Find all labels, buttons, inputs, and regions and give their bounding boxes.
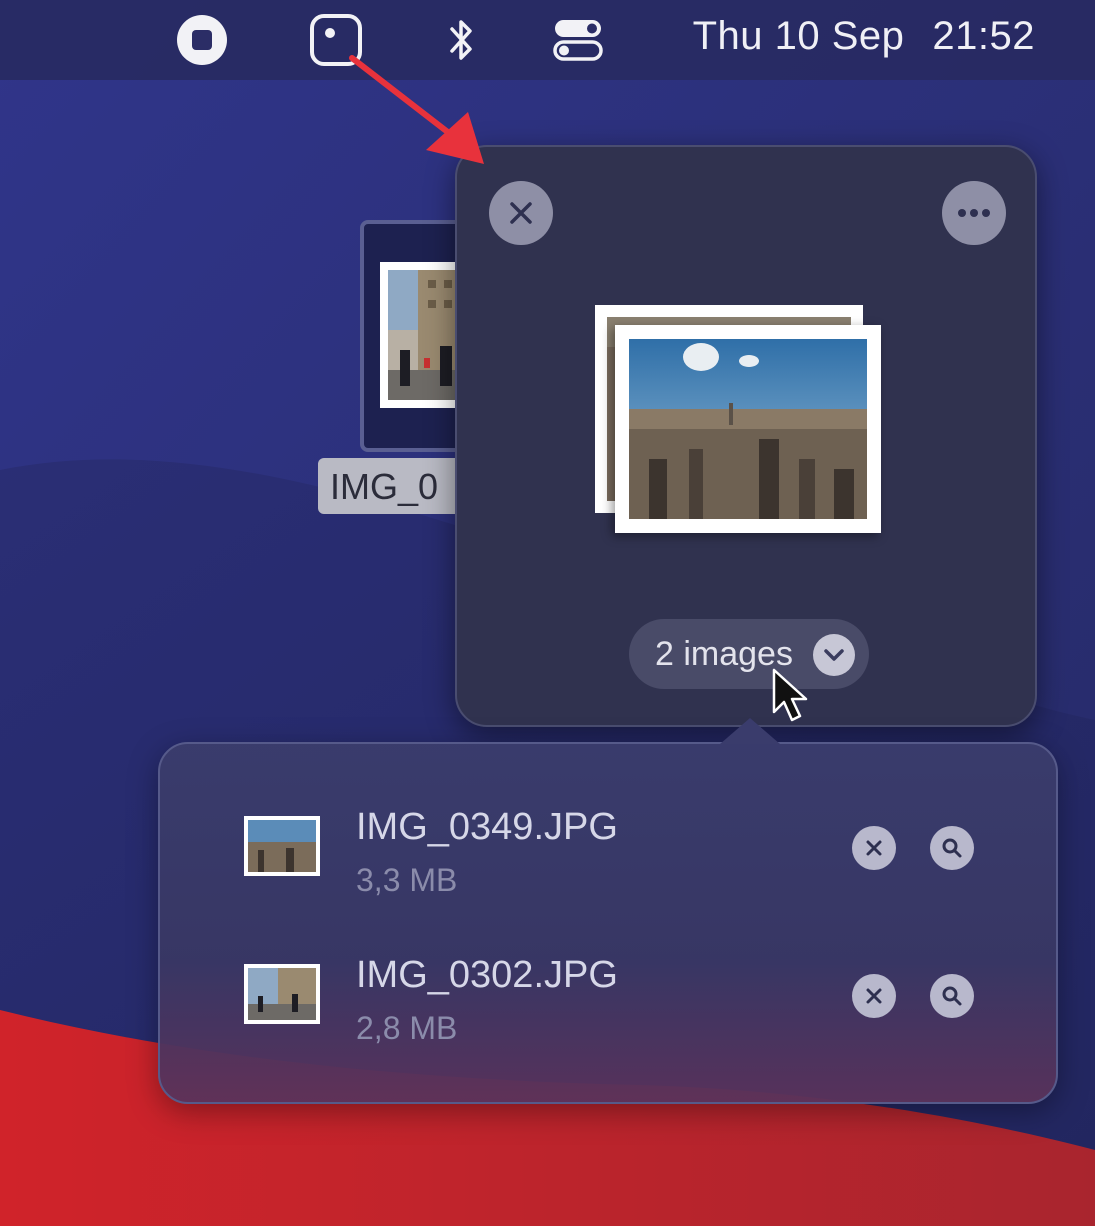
menu-bar: Thu 10 Sep 21:52 <box>0 0 1095 80</box>
images-count-pill[interactable]: 2 images <box>629 619 869 689</box>
file-list-panel: IMG_0349.JPG 3,3 MB IMG_0302.JPG 2,8 MB <box>158 718 1060 1104</box>
panel-notch <box>720 718 780 744</box>
magnifier-icon[interactable] <box>930 826 974 870</box>
file-thumbnail <box>244 964 320 1024</box>
list-item[interactable]: IMG_0349.JPG 3,3 MB <box>160 806 1060 926</box>
more-icon[interactable] <box>942 181 1006 245</box>
dropzone-app-icon[interactable] <box>308 12 364 68</box>
list-item[interactable]: IMG_0302.JPG 2,8 MB <box>160 954 1060 1074</box>
magnifier-icon[interactable] <box>930 974 974 1018</box>
clock-time: 21:52 <box>932 14 1035 58</box>
menu-bar-clock[interactable]: Thu 10 Sep 21:52 <box>693 14 1035 59</box>
control-center-icon[interactable] <box>550 12 606 68</box>
dropzone-popover: 2 images <box>455 145 1037 727</box>
desktop-file-thumbnail <box>380 262 466 408</box>
file-name: IMG_0349.JPG <box>356 806 618 848</box>
desktop-file-label[interactable]: IMG_0 <box>318 458 478 514</box>
stacked-photo-preview[interactable] <box>615 325 881 533</box>
clock-date: Thu 10 Sep <box>692 14 905 58</box>
close-icon[interactable] <box>852 826 896 870</box>
stop-icon[interactable] <box>174 12 230 68</box>
close-icon[interactable] <box>489 181 553 245</box>
chevron-down-icon[interactable] <box>813 634 855 676</box>
file-thumbnail <box>244 816 320 876</box>
file-size: 2,8 MB <box>356 1010 458 1046</box>
file-size: 3,3 MB <box>356 862 458 898</box>
file-name: IMG_0302.JPG <box>356 954 618 996</box>
close-icon[interactable] <box>852 974 896 1018</box>
images-count-label: 2 images <box>655 634 793 673</box>
bluetooth-icon[interactable] <box>434 12 490 68</box>
